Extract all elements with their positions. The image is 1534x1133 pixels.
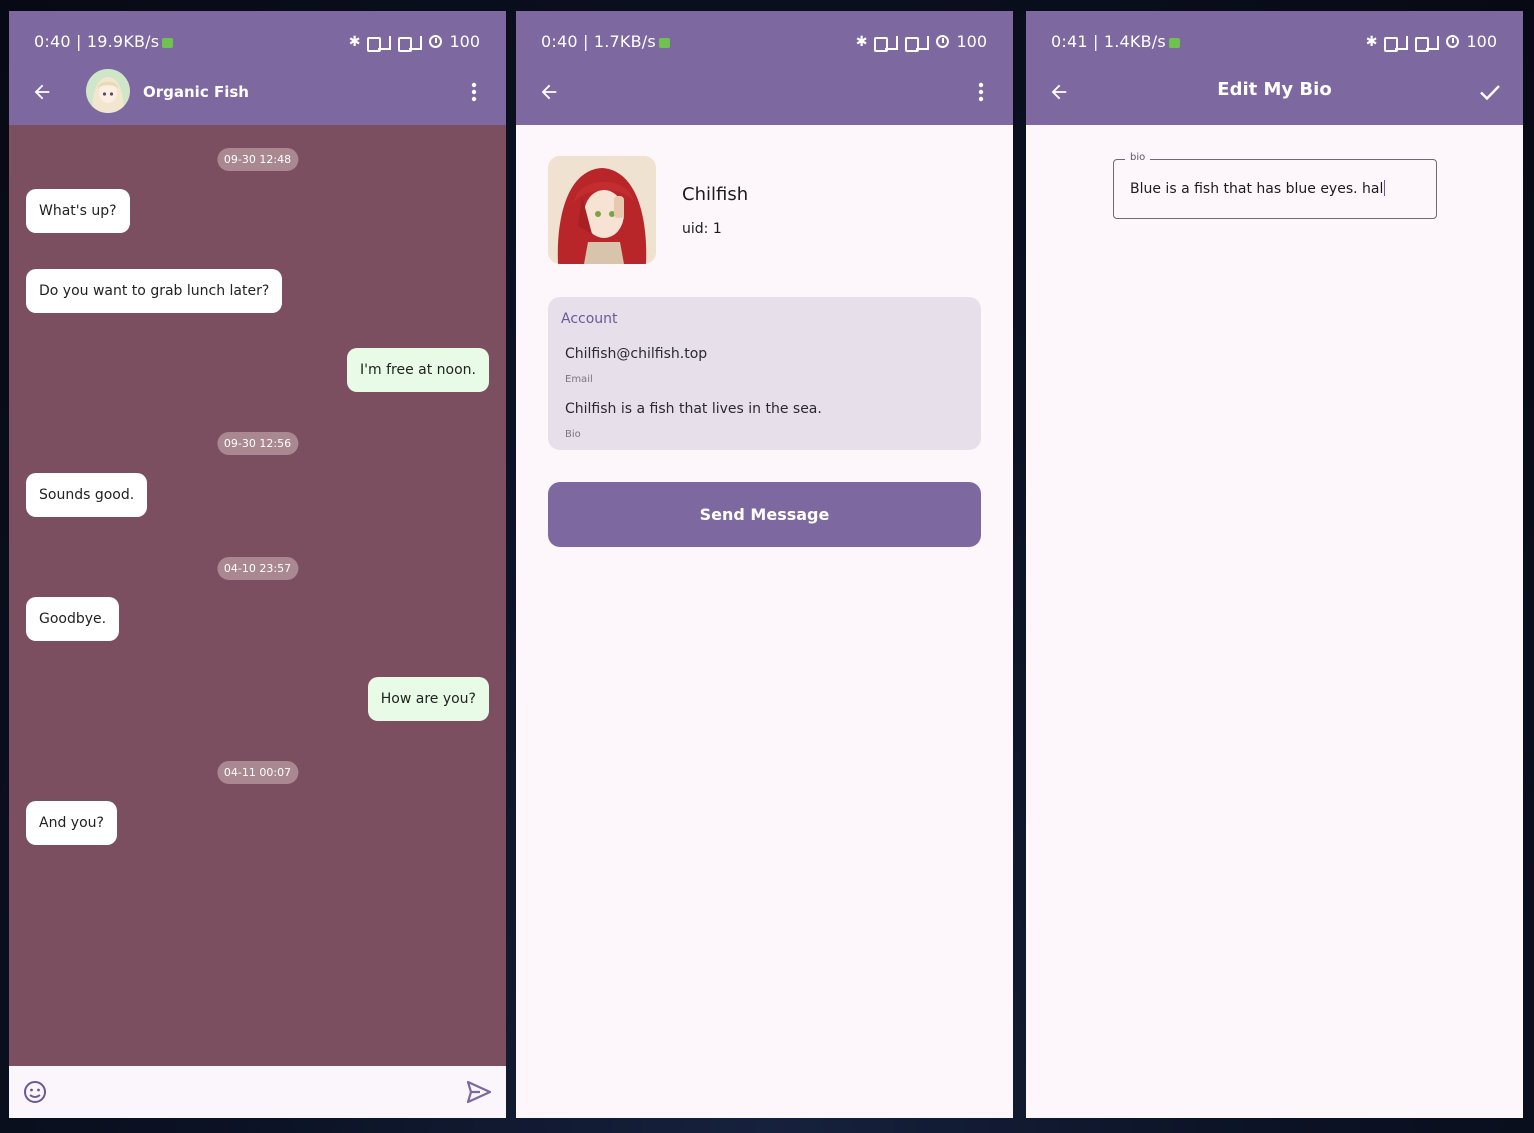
more-options-button[interactable] [462, 77, 486, 107]
bio-text-field[interactable]: bio Blue is a fish that has blue eyes. h… [1113, 152, 1437, 219]
account-card: Account Chilfish@chilfish.top Email Chil… [548, 297, 981, 450]
alarm-icon [429, 35, 443, 48]
back-button[interactable] [27, 77, 57, 107]
status-icons: ✱ 100 [348, 32, 480, 52]
signal-4g-icon [367, 35, 392, 52]
send-button[interactable] [466, 1080, 492, 1104]
profile-app-bar: 0:40 | 1.7KB/s ✱ 100 [516, 11, 1013, 125]
edit-bio-screen: 0:41 | 1.4KB/s ✱ 100 Edit My Bio bio Blu… [1026, 11, 1523, 1118]
emoji-icon [24, 1081, 46, 1103]
message-composer [9, 1066, 506, 1118]
chat-title: Organic Fish [143, 83, 249, 101]
signal-4g-icon [874, 35, 899, 52]
status-time: 0:40 | 1.7KB/s [541, 32, 670, 51]
bio-value[interactable]: Chilfish is a fish that lives in the sea… [565, 401, 822, 417]
more-vert-icon [471, 82, 477, 102]
signal-4g-icon-2 [1415, 35, 1440, 52]
text-cursor [1384, 180, 1386, 196]
message-list[interactable]: 09-30 12:48 What's up? Do you want to gr… [9, 125, 506, 1065]
bluetooth-icon: ✱ [1365, 33, 1378, 50]
bio-caption: Bio [565, 429, 581, 440]
timestamp-chip: 04-10 23:57 [216, 557, 299, 580]
incoming-message[interactable]: Do you want to grab lunch later? [26, 269, 283, 313]
email-caption: Email [565, 374, 593, 385]
network-speed-icon [162, 38, 174, 48]
status-time: 0:41 | 1.4KB/s [1051, 32, 1180, 51]
status-icons: ✱ 100 [855, 32, 987, 52]
status-bar: 0:40 | 1.7KB/s ✱ 100 [516, 11, 1013, 69]
arrow-back-icon [541, 84, 557, 100]
bluetooth-icon: ✱ [855, 33, 868, 50]
incoming-message[interactable]: And you? [26, 801, 117, 845]
check-icon [1480, 85, 1500, 101]
signal-4g-icon [1384, 35, 1409, 52]
profile-avatar[interactable] [548, 156, 656, 264]
incoming-message[interactable]: What's up? [26, 189, 130, 233]
send-message-button[interactable]: Send Message [548, 482, 981, 547]
network-speed-icon [658, 38, 670, 48]
alarm-icon [936, 35, 950, 48]
bio-input-text[interactable]: Blue is a fish that has blue eyes. hal [1130, 180, 1386, 197]
battery-level: 100 [956, 32, 987, 51]
chat-screen: 0:40 | 19.9KB/s ✱ 100 Organic Fish 09-30… [9, 11, 506, 1118]
signal-4g-icon-2 [398, 35, 423, 52]
signal-4g-icon-2 [905, 35, 930, 52]
profile-screen: 0:40 | 1.7KB/s ✱ 100 Chilfish uid: 1 Acc… [516, 11, 1013, 1118]
more-vert-icon [978, 82, 984, 102]
outgoing-message[interactable]: How are you? [367, 677, 489, 721]
account-section-title: Account [561, 311, 618, 327]
status-bar: 0:40 | 19.9KB/s ✱ 100 [9, 11, 506, 69]
bluetooth-icon: ✱ [348, 33, 361, 50]
status-time: 0:40 | 19.9KB/s [34, 32, 174, 51]
arrow-back-icon [34, 84, 50, 100]
incoming-message[interactable]: Sounds good. [26, 473, 148, 517]
bio-field-label: bio [1125, 152, 1151, 163]
email-value[interactable]: Chilfish@chilfish.top [565, 346, 707, 362]
battery-level: 100 [1466, 32, 1497, 51]
contact-avatar[interactable] [86, 69, 130, 113]
battery-level: 100 [449, 32, 480, 51]
network-speed-icon [1168, 38, 1180, 48]
message-input[interactable] [59, 1076, 449, 1108]
page-title: Edit My Bio [1217, 79, 1332, 100]
emoji-button[interactable] [23, 1080, 47, 1104]
timestamp-chip: 09-30 12:48 [216, 148, 299, 171]
back-button[interactable] [534, 77, 564, 107]
alarm-icon [1446, 35, 1460, 48]
status-icons: ✱ 100 [1365, 32, 1497, 52]
outgoing-message[interactable]: I'm free at noon. [347, 348, 489, 392]
edit-bio-app-bar: 0:41 | 1.4KB/s ✱ 100 Edit My Bio [1026, 11, 1523, 125]
save-button[interactable] [1473, 75, 1507, 109]
chat-app-bar: 0:40 | 19.9KB/s ✱ 100 Organic Fish [9, 11, 506, 125]
more-options-button[interactable] [969, 77, 993, 107]
send-icon [466, 1080, 492, 1104]
timestamp-chip: 04-11 00:07 [216, 761, 299, 784]
profile-uid: uid: 1 [682, 221, 722, 237]
incoming-message[interactable]: Goodbye. [26, 597, 120, 641]
status-bar: 0:41 | 1.4KB/s ✱ 100 [1026, 11, 1523, 69]
profile-name: Chilfish [682, 184, 749, 205]
timestamp-chip: 09-30 12:56 [216, 432, 299, 455]
